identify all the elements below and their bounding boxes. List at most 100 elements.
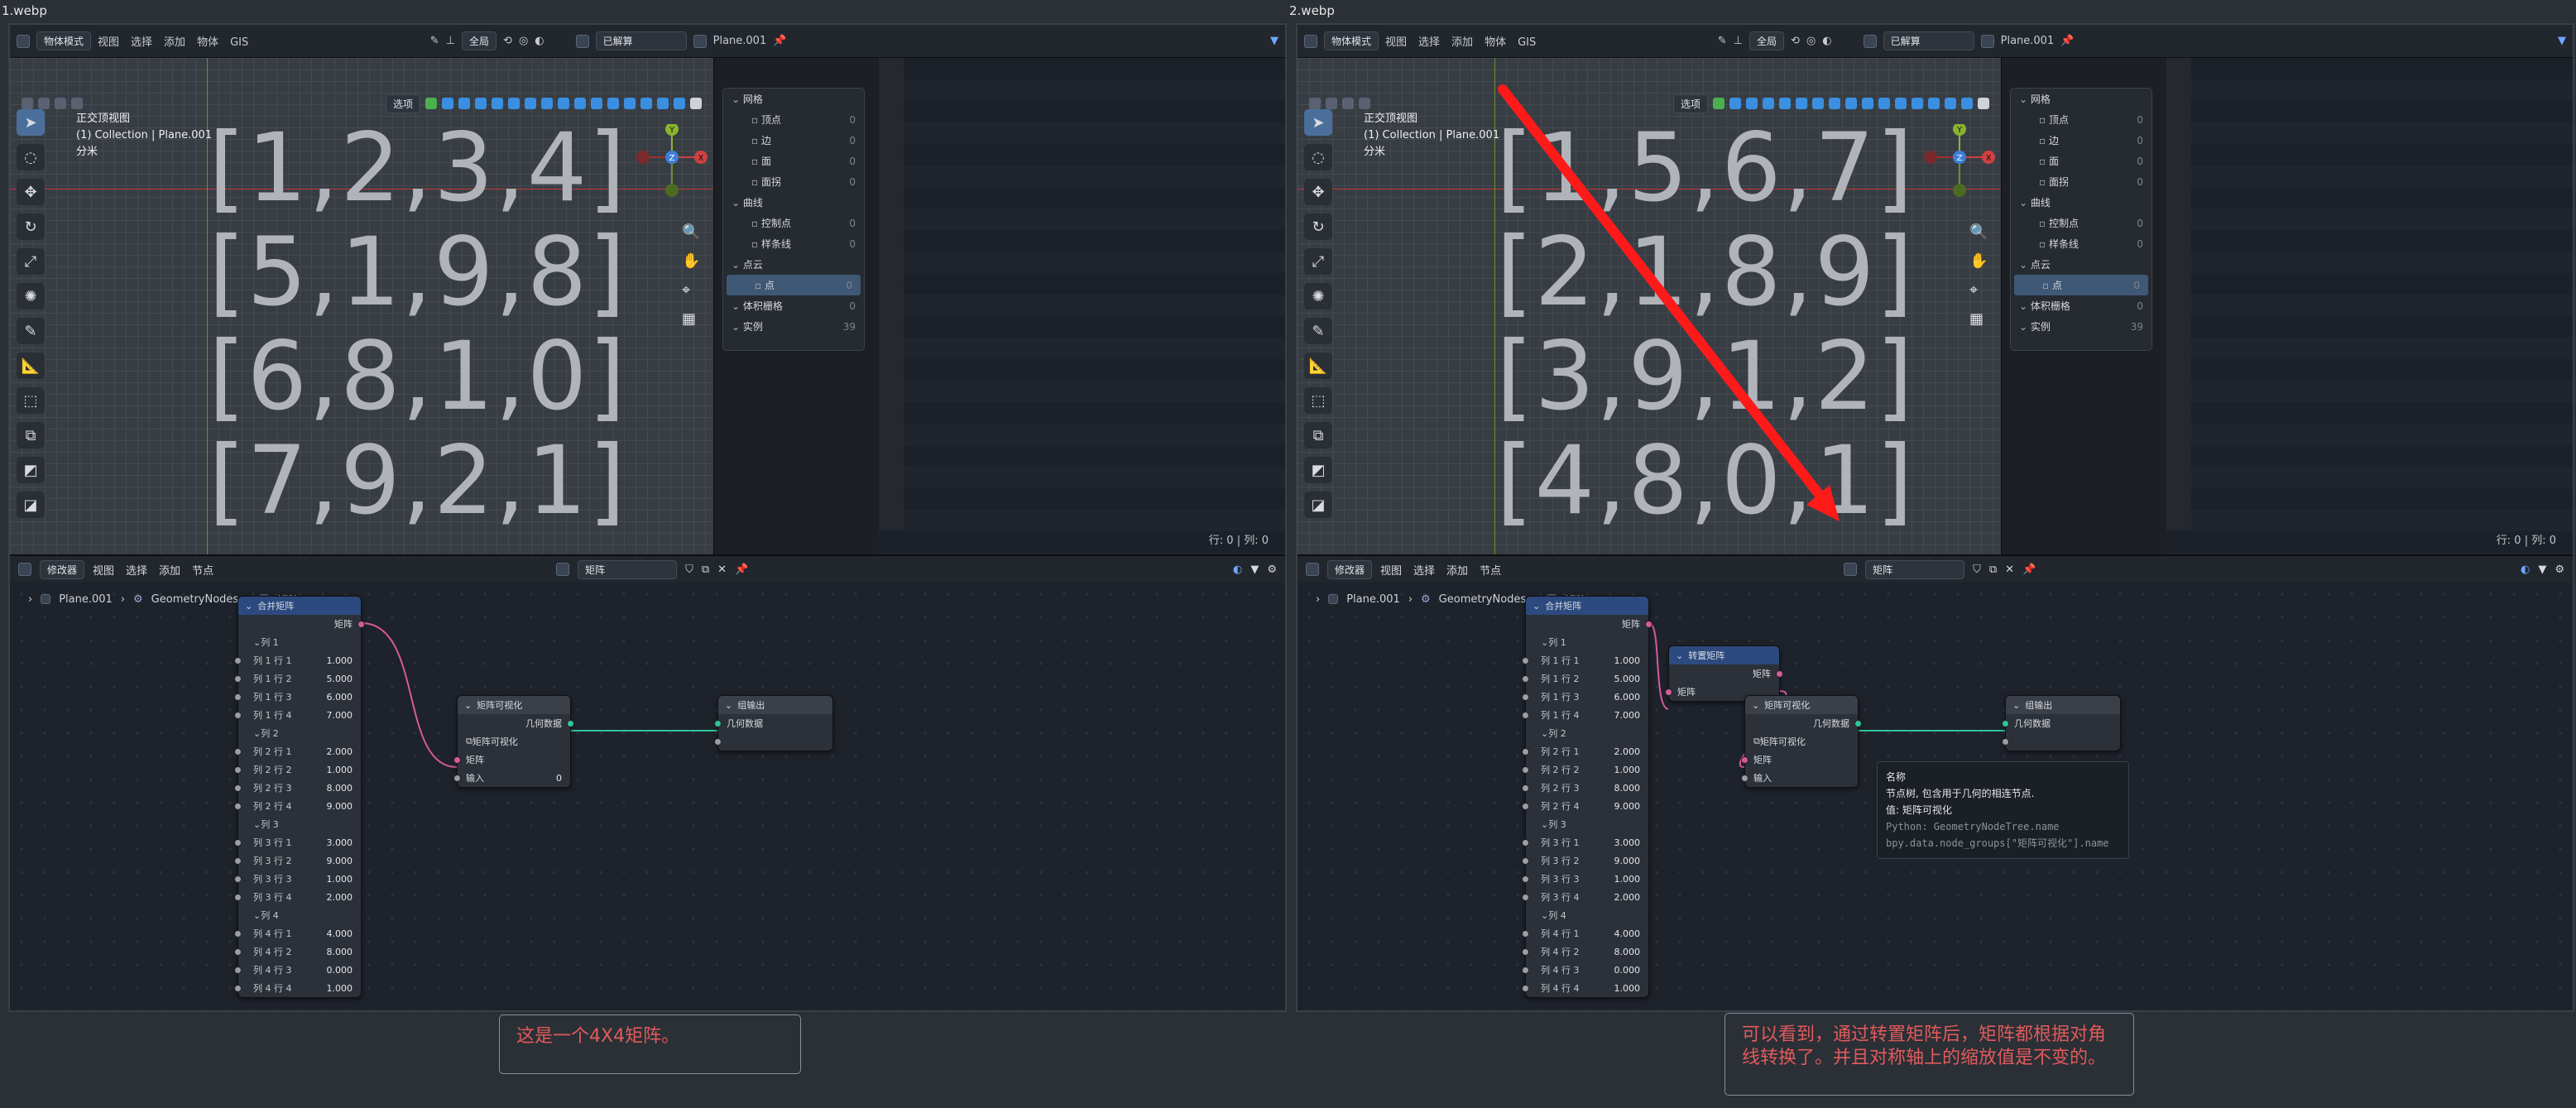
mode-dropdown[interactable]: 物体模式 (36, 31, 92, 50)
node-gear-icon[interactable]: ⚙ (1267, 564, 1277, 576)
evaluated-dropdown[interactable]: 已解算 (595, 31, 687, 50)
extrude-tool-icon[interactable]: ⧉ (17, 422, 45, 448)
overlay-icon[interactable]: ◐ (535, 35, 544, 47)
menu-item[interactable]: 添加 (164, 36, 185, 49)
menu-item[interactable]: 选择 (131, 36, 152, 49)
drop-icon[interactable] (442, 98, 453, 109)
3d-viewport[interactable]: 选项 正交顶视图 (1) Collection | Plane.001 分米 [… (10, 58, 713, 554)
modifier-dropdown[interactable]: 修改器 (40, 559, 85, 579)
mesh-icon[interactable] (492, 98, 503, 109)
sidebar-item[interactable]: ⌄ 网格 (723, 89, 864, 109)
select-extend-icon[interactable] (38, 98, 50, 109)
select-intersect-icon[interactable] (71, 98, 83, 109)
sidebar-item[interactable]: ▫ 点 0 (727, 275, 861, 295)
sidebar-item[interactable]: ▫ 面 0 (723, 151, 864, 171)
list-icon[interactable] (657, 98, 669, 109)
sidebar-item[interactable]: ▫ 样条线 0 (723, 233, 864, 254)
node-editor[interactable] (10, 583, 1285, 1010)
mesh-icon: ⌄ (732, 94, 743, 105)
sidebar-item-left: ▫ 面 (751, 154, 771, 168)
sidebar-item[interactable]: ⌄ 曲线 (723, 192, 864, 213)
face-icon: ▫ (751, 156, 761, 167)
sidebar-item[interactable]: ⌄ 实例 39 (723, 316, 864, 337)
menu-item[interactable]: 节点 (192, 565, 213, 578)
camera-icon[interactable]: ⌖ (682, 281, 700, 299)
sidebar-item-count: 0 (849, 175, 856, 188)
unlink-icon[interactable]: ✕ (717, 564, 727, 576)
pan-hand-icon[interactable]: ✋ (682, 252, 700, 270)
rotate-tool-icon[interactable]: ↻ (17, 213, 45, 240)
spreadsheet-type-icon[interactable] (575, 34, 589, 48)
node-pin-icon[interactable]: 📌 (735, 564, 748, 576)
scene-icon[interactable] (458, 98, 470, 109)
navigation-gizmo[interactable]: Y X Z (635, 124, 709, 215)
shirt-icon[interactable] (574, 98, 586, 109)
gis-icon[interactable] (425, 98, 437, 109)
cloud-icon[interactable] (525, 98, 536, 109)
options-dropdown[interactable]: 选项 (385, 94, 420, 113)
overlay-node-icon[interactable]: ◐ (1233, 564, 1242, 576)
pin-icon[interactable]: 📌 (773, 35, 786, 47)
menu-item[interactable]: GIS (230, 36, 248, 49)
hat-icon[interactable] (508, 98, 520, 109)
light-icon[interactable] (475, 98, 487, 109)
eyedropper-icon[interactable]: ✎ (430, 35, 439, 47)
measure-tool-icon[interactable]: 📐 (17, 353, 45, 379)
select-box-icon[interactable] (22, 98, 33, 109)
annotate-tool-icon[interactable]: ✎ (17, 318, 45, 344)
car-icon[interactable] (624, 98, 636, 109)
select-tool-icon[interactable]: ➤ (17, 109, 45, 136)
filter-icon[interactable]: ▼ (1270, 35, 1278, 47)
house-icon[interactable] (640, 98, 652, 109)
gizmo-y-label: Y (669, 126, 675, 135)
menu-item[interactable]: 物体 (197, 36, 218, 49)
node-editor[interactable] (1298, 583, 2573, 1010)
sidebar-item[interactable]: ▫ 顶点 0 (723, 109, 864, 130)
crumb-modifier[interactable]: GeometryNodes (151, 593, 239, 606)
sidebar-item[interactable]: ▫ 边 0 (723, 130, 864, 151)
menu-item[interactable]: 选择 (126, 565, 147, 578)
spreadsheet-scrollbar[interactable] (879, 58, 904, 530)
pointcloud-icon: ⌄ (732, 259, 743, 271)
move-tool-icon[interactable]: ✥ (17, 179, 45, 205)
sidebar-item-count: 39 (842, 320, 856, 333)
grid-view-icon[interactable]: ▦ (682, 310, 700, 328)
node-tree-field[interactable]: 矩阵 (578, 559, 678, 579)
editor-type-icon[interactable] (17, 34, 30, 48)
menu-item[interactable]: 视图 (98, 36, 119, 49)
grid-icon[interactable] (607, 98, 619, 109)
scale-tool-icon[interactable]: ⤢ (17, 248, 45, 275)
duplicate-icon[interactable]: ⧉ (702, 564, 709, 576)
snap-icon[interactable]: ⟲ (503, 35, 512, 47)
sidebar-item[interactable]: ▫ 控制点 0 (723, 213, 864, 233)
pin-map-icon[interactable] (558, 98, 569, 109)
cursor-tool-icon[interactable]: ◌ (17, 144, 45, 170)
spreadsheet-table[interactable] (879, 58, 1285, 554)
gear-icon[interactable] (690, 98, 702, 109)
sidebar-item[interactable]: ⌄ 体积栅格 0 (723, 295, 864, 316)
select-subtract-icon[interactable] (55, 98, 66, 109)
crumb-object[interactable]: Plane.001 (59, 593, 113, 606)
transform-tool-icon[interactable]: ✺ (17, 283, 45, 309)
node-filter-icon[interactable]: ▼ (1250, 564, 1259, 576)
menu-item[interactable]: 添加 (159, 565, 180, 578)
global-dropdown[interactable]: 全局 (462, 31, 497, 50)
sidebar-item-left: ⌄ 体积栅格 (732, 299, 783, 313)
matrix-row-2: [5,1,9,8] (209, 217, 627, 327)
transform-orientation-icon[interactable]: ⊥ (446, 35, 455, 47)
node-editor-type-icon[interactable] (18, 563, 31, 576)
shield-icon[interactable] (591, 98, 602, 109)
zoom-icon[interactable]: 🔍 (682, 223, 700, 241)
crumb-tree[interactable]: 矩阵 (277, 592, 299, 607)
sidebar-item[interactable]: ▫ 面拐 0 (723, 171, 864, 192)
fake-user-icon[interactable]: ⛉ (685, 564, 693, 576)
filter-viewport-icon[interactable] (674, 98, 685, 109)
proportional-edit-icon[interactable]: ◎ (519, 35, 528, 47)
menu-item[interactable]: 视图 (93, 565, 114, 578)
sidebar-item[interactable]: ⌄ 点云 (723, 254, 864, 275)
shape-icon[interactable] (541, 98, 553, 109)
shear-tool-icon[interactable]: ◪ (17, 492, 45, 518)
add-cube-tool-icon[interactable]: ⬚ (17, 387, 45, 414)
bevel-tool-icon[interactable]: ◩ (17, 457, 45, 483)
sidebar-item-label: 实例 (742, 321, 763, 333)
